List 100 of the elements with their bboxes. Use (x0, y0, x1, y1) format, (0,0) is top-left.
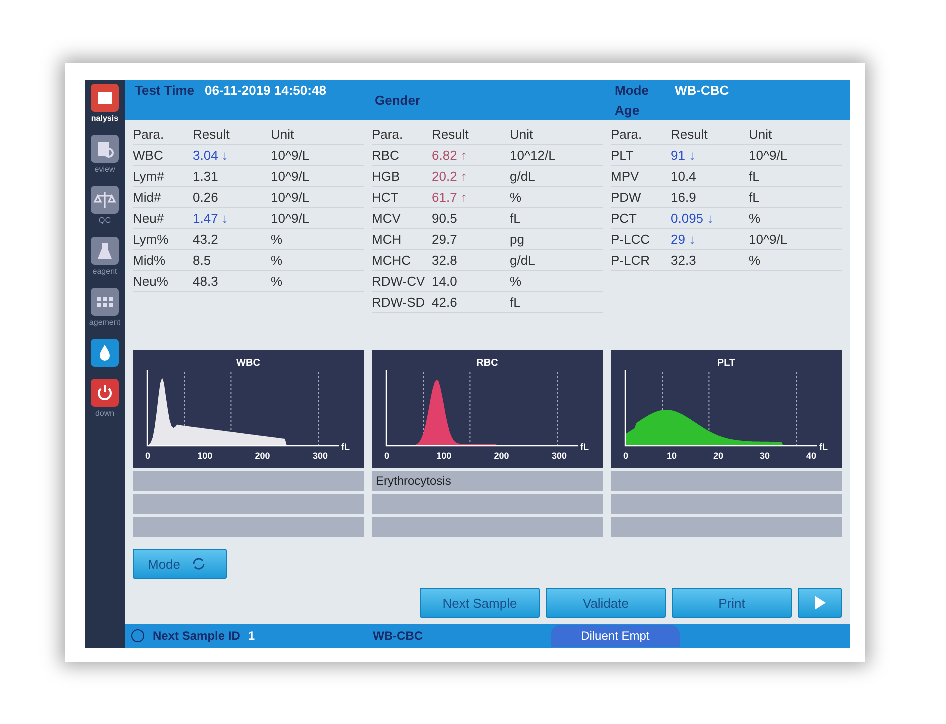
result-value: 3.04 ↓ (193, 145, 271, 166)
unit-value: 10^9/L (749, 145, 842, 166)
result-value: 29.7 (432, 229, 510, 250)
sidebar-item[interactable]: nalysis (91, 84, 119, 123)
unit-value: fL (749, 166, 842, 187)
tick-label: 100 (198, 451, 213, 461)
drop-icon (91, 339, 119, 367)
unit-value: % (271, 250, 364, 271)
result-value: 29 ↓ (671, 229, 749, 250)
parameter-name: HGB (372, 166, 432, 187)
unit-value: pg (510, 229, 603, 250)
unit-value: g/dL (510, 250, 603, 271)
action-button[interactable]: Validate (546, 588, 666, 618)
parameter-name: Mid# (133, 187, 193, 208)
action-button[interactable]: Next Sample (420, 588, 540, 618)
tick-label: 30 (760, 451, 770, 461)
test-time-label: Test Time (135, 82, 196, 98)
sidebar-item[interactable]: agement (89, 288, 121, 327)
unit-value: fL (510, 292, 603, 313)
tick-label: 300 (312, 451, 328, 461)
parameter-name: Lym# (133, 166, 193, 187)
action-button[interactable]: Print (672, 588, 792, 618)
tick-label: 100 (436, 451, 452, 461)
parameter-name: PLT (611, 145, 671, 166)
parameter-name: P-LCC (611, 229, 671, 250)
parameter-name: Mid% (133, 250, 193, 271)
unit-value: 10^9/L (749, 229, 842, 250)
parameter-name: RBC (372, 145, 432, 166)
column-header: Para. (611, 124, 671, 145)
result-value: 1.47 ↓ (193, 208, 271, 229)
column-header: Para. (133, 124, 193, 145)
parameter-name: HCT (372, 187, 432, 208)
unit-value: % (510, 271, 603, 292)
next-sample-id: 1 (248, 629, 256, 643)
unit-value: % (271, 271, 364, 292)
parameter-name: Neu% (133, 271, 193, 292)
unit-value: 10^12/L (510, 145, 603, 166)
histogram-title: WBC (236, 358, 260, 369)
histogram-title: RBC (476, 358, 498, 369)
unit-value: % (510, 187, 603, 208)
status-mode: WB-CBC (373, 629, 424, 643)
tick-label: 0 (146, 451, 151, 461)
unit-value: 10^9/L (271, 208, 364, 229)
unit-value: 10^9/L (271, 187, 364, 208)
histogram-title: PLT (717, 358, 736, 369)
flag-row: Erythrocytosis (372, 471, 603, 491)
tick-label: 0 (384, 451, 390, 461)
mode-button[interactable]: Mode (133, 549, 227, 579)
result-value: 90.5 (432, 208, 510, 229)
column-header: Unit (271, 124, 364, 145)
next-sample-id-label: Next Sample ID (153, 629, 240, 643)
unit-value: % (749, 208, 842, 229)
sidebar-item[interactable] (91, 339, 119, 367)
unit-value: fL (510, 208, 603, 229)
unit-value: 10^9/L (271, 145, 364, 166)
parameter-name: Lym% (133, 229, 193, 250)
result-value: 61.7 ↑ (432, 187, 510, 208)
tick-label: 20 (714, 451, 724, 461)
tick-label: 200 (494, 451, 510, 461)
unit-value: fL (749, 187, 842, 208)
result-value: 6.82 ↑ (432, 145, 510, 166)
result-value: 10.4 (671, 166, 749, 187)
parameter-name: MCV (372, 208, 432, 229)
result-value: 16.9 (671, 187, 749, 208)
parameter-name: PDW (611, 187, 671, 208)
column-header: Result (671, 124, 749, 145)
sidebar-item[interactable]: down (91, 379, 119, 418)
power-icon (91, 379, 119, 407)
result-value: 91 ↓ (671, 145, 749, 166)
test-time-value: 06-11-2019 14:50:48 (205, 82, 328, 98)
tick-label: 0 (624, 451, 629, 461)
axis-unit: fL (580, 442, 589, 452)
play-icon (813, 595, 827, 611)
sidebar-item[interactable]: eview (91, 135, 119, 174)
info-icon (131, 629, 145, 643)
parameter-name: WBC (133, 145, 193, 166)
sidebar-item[interactable]: QC (91, 186, 119, 225)
age-label: Age (615, 102, 641, 118)
analysis-icon (91, 84, 119, 112)
play-button[interactable] (798, 588, 842, 618)
tick-label: 300 (552, 451, 567, 461)
column-header: Unit (510, 124, 603, 145)
axis-unit: fL (342, 442, 350, 452)
column-header: Unit (749, 124, 842, 145)
mode-value: WB-CBC (675, 82, 730, 98)
result-value: 8.5 (193, 250, 271, 271)
tick-label: 10 (667, 451, 677, 461)
sidebar-item[interactable]: eagent (91, 237, 119, 276)
result-value: 0.26 (193, 187, 271, 208)
tick-label: 200 (255, 451, 270, 461)
parameter-name: MCH (372, 229, 432, 250)
unit-value: % (749, 250, 842, 271)
review-icon (91, 135, 119, 163)
refresh-icon (190, 556, 207, 572)
flask-icon (91, 237, 119, 265)
column-header: Para. (372, 124, 432, 145)
parameter-name: MPV (611, 166, 671, 187)
alarm-tab[interactable]: Diluent Empt (551, 625, 680, 647)
result-value: 1.31 (193, 166, 271, 187)
gender-label: Gender (375, 92, 422, 108)
